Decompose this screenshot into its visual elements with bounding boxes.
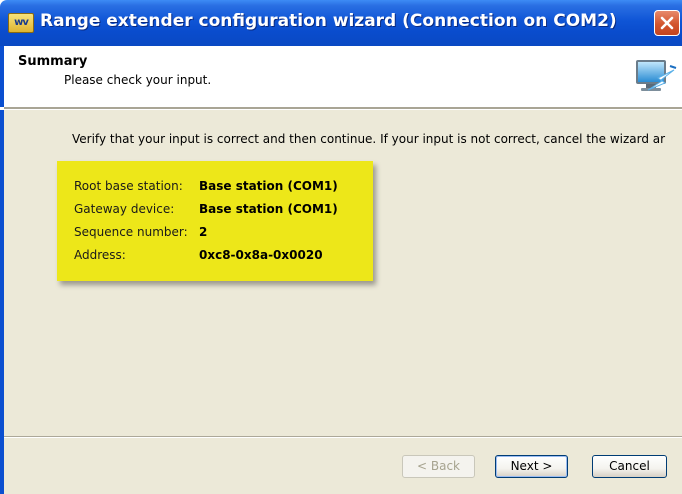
- footer-divider: [4, 436, 682, 438]
- wizard-header: Summary Please check your input.: [0, 46, 682, 107]
- close-button[interactable]: [654, 10, 680, 36]
- cancel-button[interactable]: Cancel: [592, 455, 667, 478]
- summary-row-address: Address: 0xc8-0x8a-0x0020: [74, 248, 323, 262]
- summary-row-sequence: Sequence number: 2: [74, 225, 207, 239]
- summary-label: Gateway device:: [74, 202, 175, 216]
- wizard-window: wv Range extender configuration wizard (…: [0, 0, 682, 494]
- summary-value: Base station (COM1): [199, 179, 338, 193]
- window-title: Range extender configuration wizard (Con…: [40, 11, 617, 31]
- summary-value: 2: [199, 225, 208, 239]
- summary-label: Root base station:: [74, 179, 183, 193]
- summary-row-root: Root base station: Base station (COM1): [74, 179, 338, 193]
- summary-note: Root base station: Base station (COM1) G…: [57, 161, 373, 281]
- next-button[interactable]: Next >: [495, 455, 568, 478]
- intro-text: Verify that your input is correct and th…: [72, 132, 666, 146]
- back-button[interactable]: < Back: [402, 455, 475, 478]
- wizard-body: Verify that your input is correct and th…: [0, 110, 682, 494]
- summary-value: 0xc8-0x8a-0x0020: [199, 248, 323, 262]
- summary-row-gateway: Gateway device: Base station (COM1): [74, 202, 338, 216]
- app-icon: wv: [8, 13, 34, 33]
- summary-label: Address:: [74, 248, 126, 262]
- title-bar[interactable]: wv Range extender configuration wizard (…: [0, 0, 682, 46]
- page-title: Summary: [18, 54, 88, 69]
- wizard-connection-icon: [636, 60, 677, 91]
- summary-label: Sequence number:: [74, 225, 188, 239]
- summary-value: Base station (COM1): [199, 202, 338, 216]
- page-subtitle: Please check your input.: [64, 73, 212, 87]
- close-icon: [660, 16, 674, 30]
